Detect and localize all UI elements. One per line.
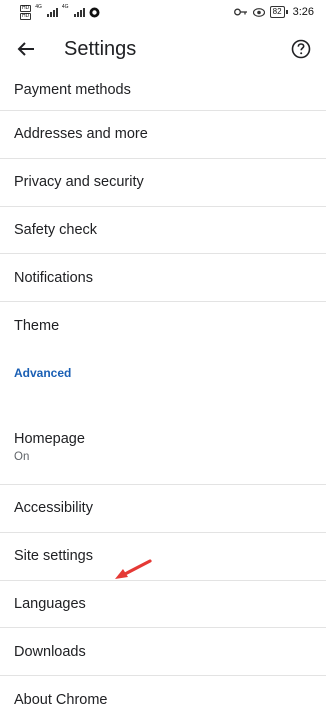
settings-item-label: Languages [14, 595, 86, 612]
status-time: 3:26 [292, 6, 314, 18]
settings-list: Payment methods Addresses and more Priva… [0, 74, 326, 724]
eye-icon [252, 7, 265, 17]
section-header-advanced: Advanced [0, 350, 326, 396]
settings-item-label: Accessibility [14, 500, 93, 517]
settings-item-label: Safety check [14, 221, 98, 238]
status-bar: HD HD 4G 4G 82 3:26 [0, 0, 326, 24]
signal-2-icon [73, 7, 85, 17]
sim-indicators: HD HD [20, 4, 32, 20]
section-header-label: Advanced [14, 365, 72, 380]
signal-1-icon [46, 7, 58, 17]
settings-item-about-chrome[interactable]: About Chrome [0, 676, 326, 724]
settings-item-label: Payment methods [14, 82, 131, 98]
battery-icon: 82 [269, 6, 288, 18]
settings-item-site-settings[interactable]: Site settings [0, 533, 326, 581]
app-notification-icon [89, 7, 100, 17]
back-button[interactable] [14, 37, 38, 61]
settings-item-label: Notifications [14, 269, 93, 286]
network-type-1: 4G [35, 3, 42, 10]
settings-item-payment-methods[interactable]: Payment methods [0, 74, 326, 111]
settings-item-label: About Chrome [14, 692, 108, 709]
settings-item-summary: On [14, 450, 30, 463]
network-type-2: 4G [61, 3, 69, 10]
settings-item-theme[interactable]: Theme [0, 302, 326, 350]
settings-item-notifications[interactable]: Notifications [0, 254, 326, 303]
sim2-hd-icon: HD [20, 12, 32, 20]
page-title: Settings [64, 37, 137, 60]
settings-item-accessibility[interactable]: Accessibility [0, 485, 326, 533]
battery-level: 82 [269, 6, 285, 18]
settings-item-homepage[interactable]: Homepage On [0, 396, 326, 485]
status-right: 82 3:26 [233, 6, 314, 18]
settings-item-downloads[interactable]: Downloads [0, 628, 326, 677]
settings-item-label: Site settings [14, 548, 93, 565]
settings-item-label: Privacy and security [14, 174, 144, 191]
help-button[interactable] [290, 38, 312, 60]
sim1-hd-icon: HD [20, 4, 32, 12]
arrow-back-icon [17, 42, 34, 56]
settings-item-label: Downloads [14, 643, 86, 660]
settings-item-label: Addresses and more [14, 126, 148, 143]
settings-item-safety-check[interactable]: Safety check [0, 207, 326, 255]
settings-item-privacy[interactable]: Privacy and security [0, 159, 326, 207]
app-toolbar: Settings [0, 24, 326, 74]
status-left: HD HD 4G 4G [20, 3, 100, 20]
settings-item-addresses[interactable]: Addresses and more [0, 111, 326, 159]
help-circle-icon [291, 39, 311, 59]
settings-item-languages[interactable]: Languages [0, 581, 326, 629]
settings-item-label: Homepage [14, 430, 85, 447]
settings-item-label: Theme [14, 318, 60, 335]
key-icon [233, 8, 247, 16]
